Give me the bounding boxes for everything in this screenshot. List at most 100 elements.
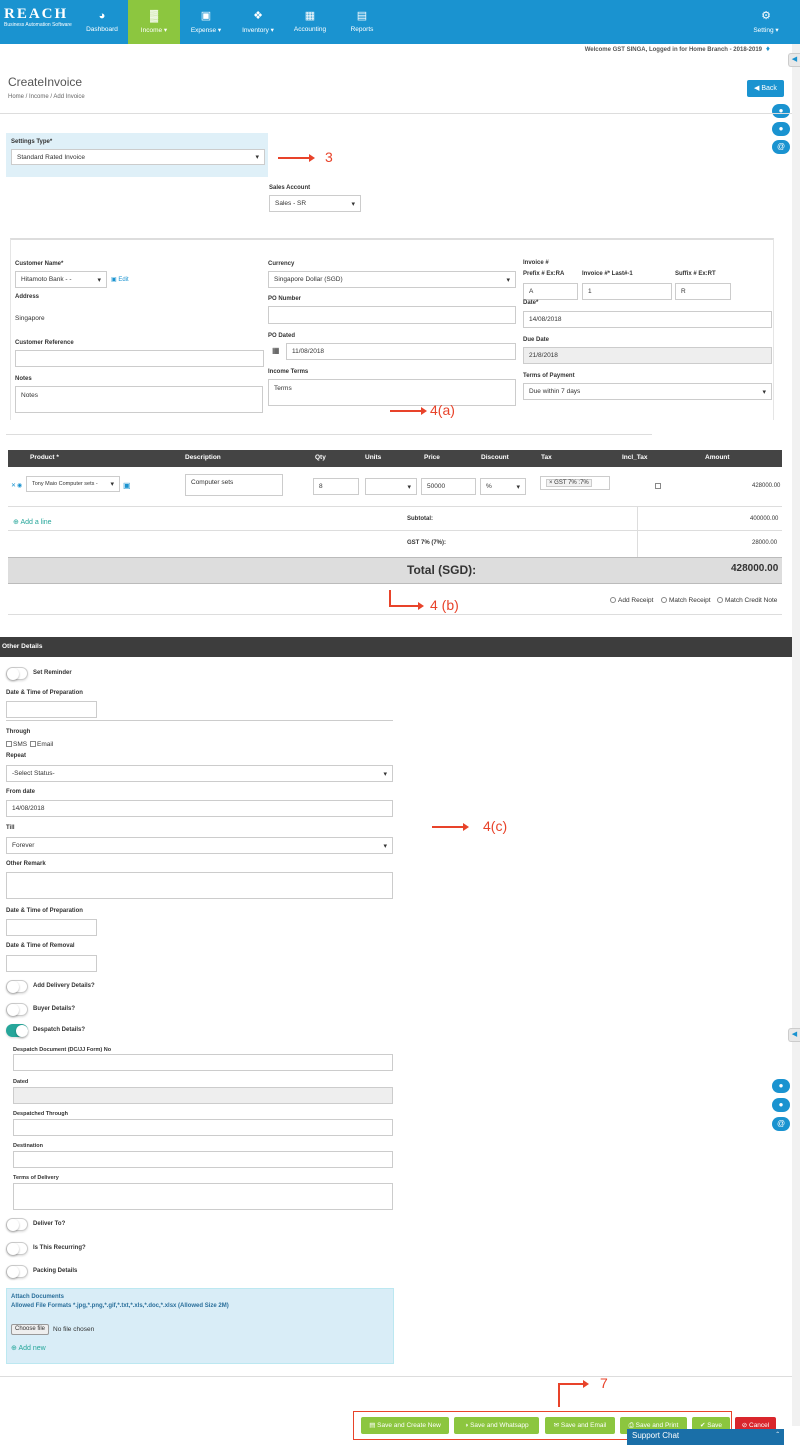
notes-textarea[interactable]: Notes bbox=[15, 386, 263, 413]
terms-delivery-textarea[interactable] bbox=[13, 1183, 393, 1210]
attach-formats: Allowed File Formats *.jpg,*.png,*.gif,*… bbox=[11, 1303, 229, 1309]
repeat-select[interactable]: -Select Status- bbox=[6, 765, 393, 782]
add-delivery-label: Add Delivery Details? bbox=[33, 983, 95, 989]
add-product-icon[interactable]: ▣ bbox=[123, 481, 131, 490]
repeat-label: Repeat bbox=[6, 753, 27, 759]
qty-input[interactable]: 8 bbox=[313, 478, 359, 495]
deliver-to-toggle[interactable] bbox=[6, 1218, 28, 1231]
price-input[interactable]: 50000 bbox=[421, 478, 476, 495]
from-date-label: From date bbox=[6, 789, 36, 795]
currency-label: Currency bbox=[268, 261, 295, 267]
page-scrollbar[interactable] bbox=[792, 44, 800, 1426]
destination-label: Destination bbox=[13, 1143, 43, 1149]
customer-name-select[interactable]: Hitamoto Bank - - bbox=[15, 271, 107, 288]
recurring-toggle[interactable] bbox=[6, 1242, 28, 1255]
destination-input[interactable] bbox=[13, 1151, 393, 1168]
tax-tag[interactable]: × GST 7% :7% bbox=[546, 479, 592, 487]
col-qty: Qty bbox=[315, 454, 326, 461]
brand-logo[interactable]: REACH Business Automation Software bbox=[4, 6, 74, 38]
income-terms-textarea[interactable]: Terms bbox=[268, 379, 516, 406]
prep-label: Date & Time of Preparation bbox=[6, 690, 83, 696]
other-remark-textarea[interactable] bbox=[6, 872, 393, 899]
incl-tax-checkbox[interactable] bbox=[655, 483, 661, 489]
buyer-details-toggle[interactable] bbox=[6, 1003, 28, 1016]
po-number-input[interactable] bbox=[268, 306, 516, 324]
set-reminder-toggle[interactable] bbox=[6, 667, 28, 680]
currency-select[interactable]: Singapore Dollar (SGD) bbox=[268, 271, 516, 288]
at-icon[interactable]: @ bbox=[772, 1117, 790, 1131]
despatch-doc-input[interactable] bbox=[13, 1054, 393, 1071]
add-delivery-toggle[interactable] bbox=[6, 980, 28, 993]
match-credit-note-radio[interactable]: Match Credit Note bbox=[717, 597, 777, 604]
packing-details-label: Packing Details bbox=[33, 1268, 78, 1274]
gst-label: GST 7% (7%): bbox=[407, 540, 447, 546]
calendar-icon[interactable]: ▦ bbox=[272, 346, 280, 355]
nav-inventory[interactable]: ❖ Inventory ▾ bbox=[232, 0, 284, 44]
chat-icon[interactable]: ● bbox=[772, 122, 790, 136]
discount-select[interactable]: % bbox=[480, 478, 526, 495]
tax-multiselect[interactable]: × GST 7% :7% bbox=[540, 476, 610, 490]
suffix-input[interactable]: R bbox=[675, 283, 731, 300]
removal-datetime-input[interactable] bbox=[6, 955, 97, 972]
back-button[interactable]: ◀ Back bbox=[747, 80, 784, 97]
invoice-last-input[interactable]: 1 bbox=[582, 283, 672, 300]
nav-setting[interactable]: ⚙ Setting ▾ bbox=[740, 0, 792, 44]
till-select[interactable]: Forever bbox=[6, 837, 393, 854]
support-chat-widget[interactable]: Support Chat ˆ bbox=[627, 1429, 784, 1445]
settings-type-label: Settings Type* bbox=[11, 139, 53, 145]
despatched-through-input[interactable] bbox=[13, 1119, 393, 1136]
product-select[interactable]: Tony Maio Computer sets - bbox=[26, 476, 120, 492]
chat-icon[interactable]: ● bbox=[772, 1098, 790, 1112]
customer-reference-input[interactable] bbox=[15, 350, 264, 367]
despatch-details-label: Despatch Details? bbox=[33, 1027, 86, 1033]
sms-checkbox[interactable]: SMS bbox=[6, 741, 27, 748]
customer-edit-link[interactable]: ▣ Edit bbox=[111, 276, 129, 283]
side-panel-toggle-icon[interactable]: ◀ bbox=[788, 53, 800, 67]
email-checkbox[interactable]: Email bbox=[30, 741, 53, 748]
match-receipt-radio[interactable]: Match Receipt bbox=[661, 597, 711, 604]
prefix-input[interactable]: A bbox=[523, 283, 578, 300]
prefix-label: Prefix # Ex:RA bbox=[523, 271, 565, 277]
at-icon[interactable]: @ bbox=[772, 140, 790, 154]
annotation-arrow bbox=[389, 602, 424, 610]
bell-icon[interactable]: ♦ bbox=[766, 44, 770, 53]
no-file-text: No file chosen bbox=[53, 1326, 95, 1333]
nav-reports[interactable]: ▤ Reports bbox=[336, 0, 388, 44]
skype-icon[interactable]: ● bbox=[772, 1079, 790, 1093]
address-label: Address bbox=[15, 294, 40, 300]
nav-dashboard[interactable]: ◕ Dashboard bbox=[76, 0, 128, 44]
add-new-link[interactable]: ⊕ Add new bbox=[11, 1344, 46, 1352]
despatch-doc-label: Despatch Document (DC/JJ Form) No bbox=[13, 1047, 112, 1053]
breadcrumb[interactable]: Home / Income / Add Invoice bbox=[8, 94, 85, 100]
money-icon: ▣ bbox=[200, 10, 212, 22]
view-icon[interactable]: ◉ bbox=[17, 482, 22, 489]
po-number-label: PO Number bbox=[268, 296, 302, 302]
side-panel-toggle-icon[interactable]: ◀ bbox=[788, 1028, 800, 1042]
buyer-details-label: Buyer Details? bbox=[33, 1006, 76, 1012]
po-dated-input[interactable]: 11/08/2018 bbox=[286, 343, 516, 360]
prep2-datetime-input[interactable] bbox=[6, 919, 97, 936]
dated-label: Dated bbox=[13, 1079, 29, 1085]
sales-account-select[interactable]: Sales - SR bbox=[269, 195, 361, 212]
customer-name-label: Customer Name* bbox=[15, 261, 64, 267]
units-select[interactable] bbox=[365, 478, 417, 495]
nav-expense[interactable]: ▣ Expense ▾ bbox=[180, 0, 232, 44]
add-line-link[interactable]: ⊕ Add a line bbox=[13, 518, 52, 526]
nav-accounting[interactable]: ▦ Accounting bbox=[284, 0, 336, 44]
support-chat-label: Support Chat bbox=[632, 1431, 680, 1440]
nav-income[interactable]: ▓ Income ▾ bbox=[128, 0, 180, 44]
despatch-details-toggle[interactable] bbox=[6, 1024, 28, 1037]
settings-type-select[interactable]: Standard Rated Invoice bbox=[11, 149, 265, 165]
packing-details-toggle[interactable] bbox=[6, 1265, 28, 1278]
description-input[interactable]: Computer sets bbox=[185, 474, 283, 496]
from-date-input[interactable]: 14/08/2018 bbox=[6, 800, 393, 817]
add-receipt-radio[interactable]: Add Receipt bbox=[610, 597, 653, 604]
prep-datetime-input[interactable] bbox=[6, 701, 97, 718]
invoice-date-input[interactable]: 14/08/2018 bbox=[523, 311, 772, 328]
skype-icon[interactable]: ● bbox=[772, 104, 790, 118]
terms-of-payment-select[interactable]: Due within 7 days bbox=[523, 383, 772, 400]
choose-file-button[interactable]: Choose file bbox=[11, 1324, 50, 1335]
remove-row-icon[interactable]: ✕ bbox=[11, 482, 16, 489]
annotation-arrow bbox=[278, 154, 315, 162]
annotation-3: 3 bbox=[325, 149, 333, 165]
